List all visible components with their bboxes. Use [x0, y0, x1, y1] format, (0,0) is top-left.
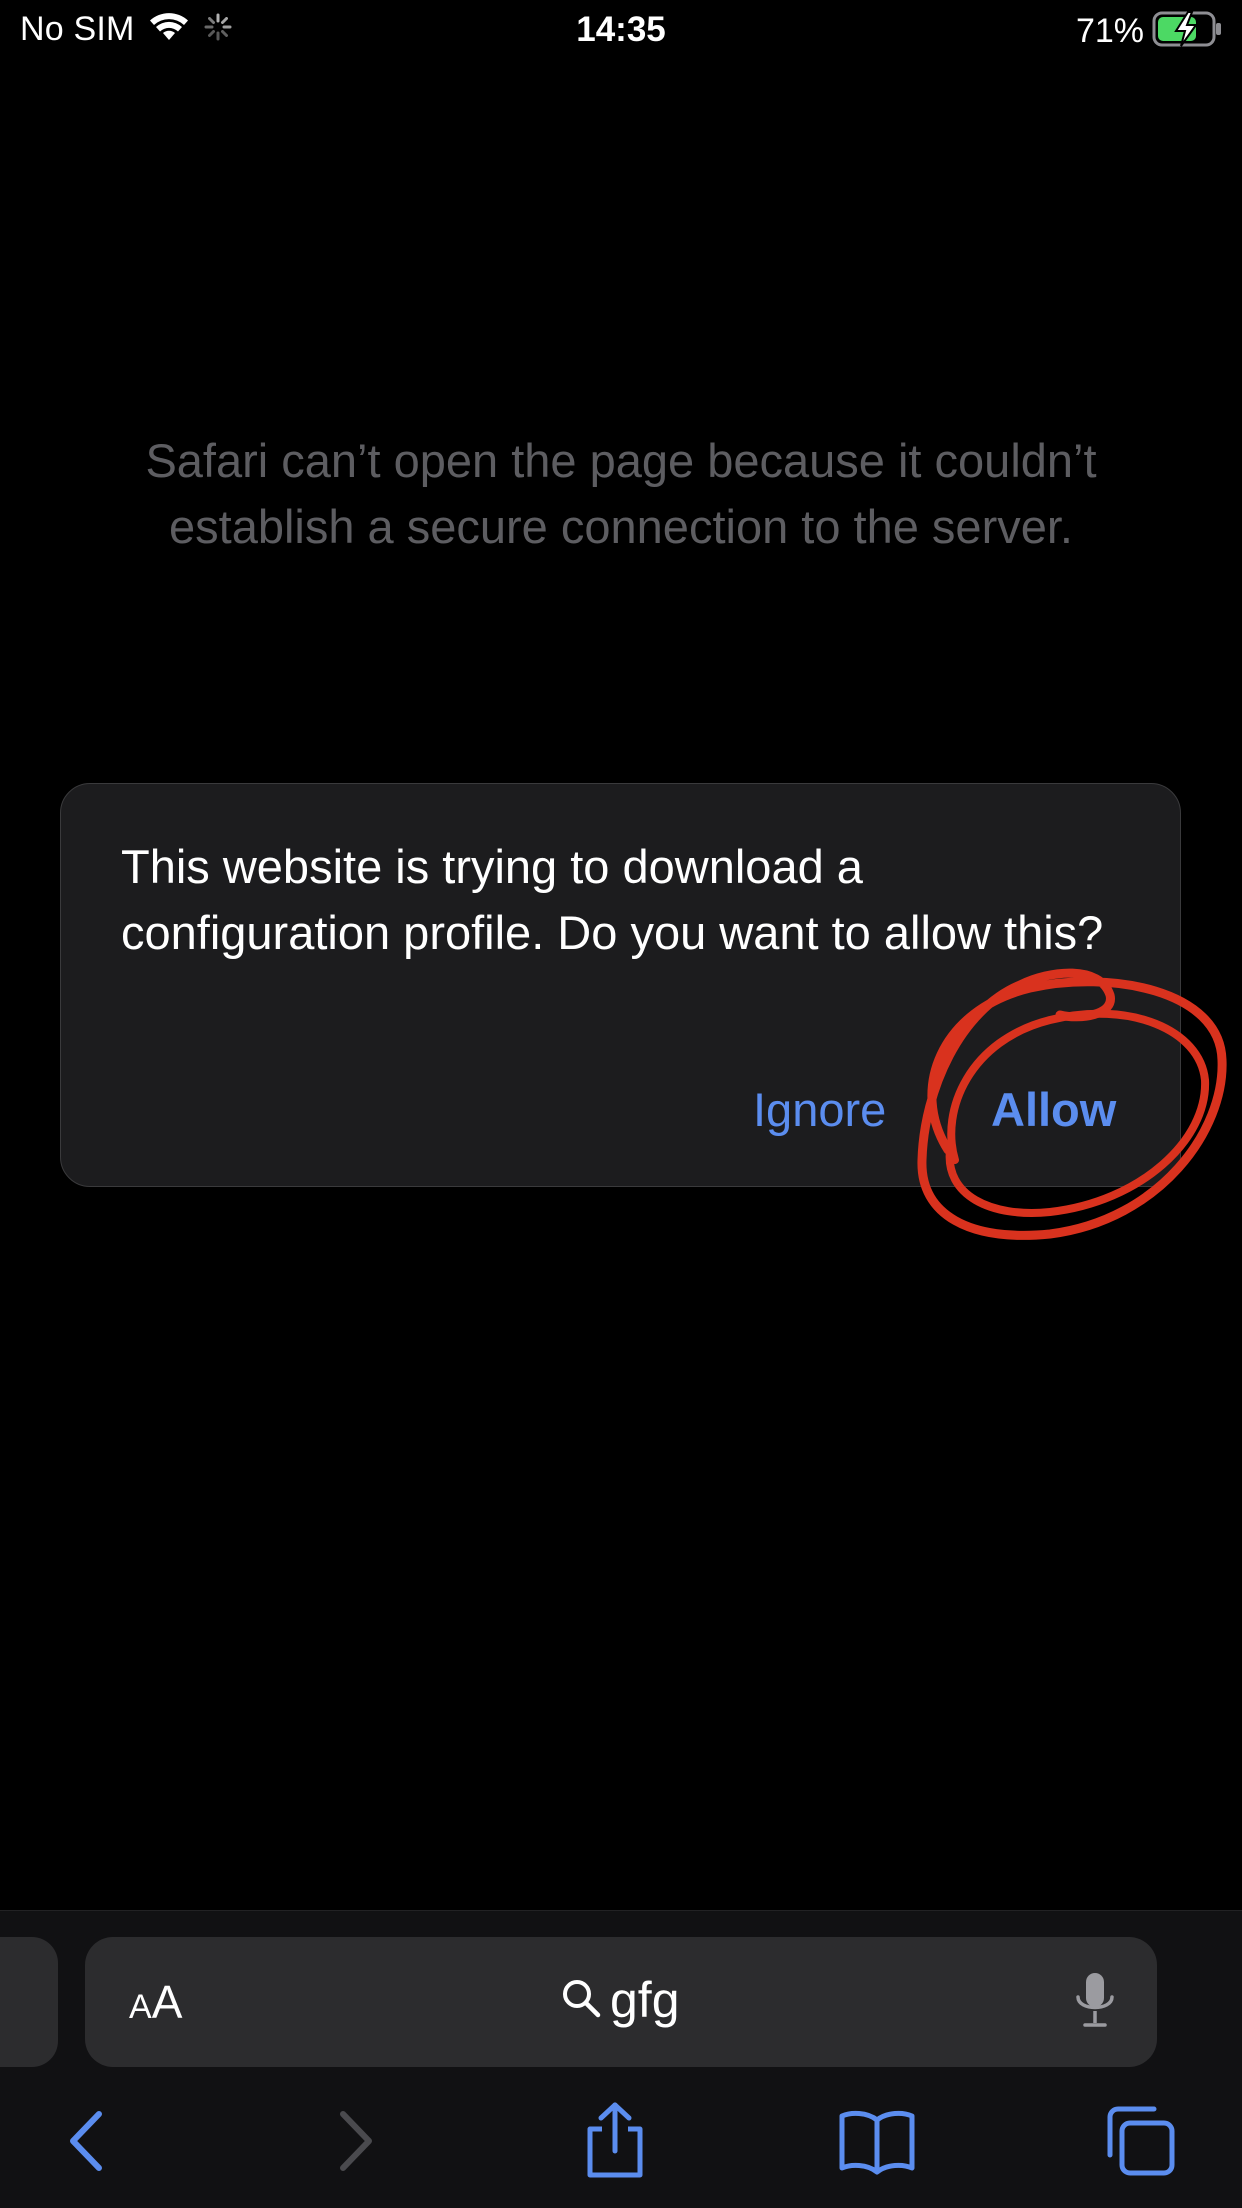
navigation-toolbar	[0, 2091, 1242, 2191]
tabs-button[interactable]	[1090, 2091, 1190, 2191]
battery-percent: 71%	[1075, 12, 1144, 50]
error-message: Safari can’t open the page because it co…	[145, 434, 1097, 553]
bookmarks-button[interactable]	[827, 2091, 927, 2191]
search-text: gfg	[610, 1972, 680, 2028]
back-button[interactable]	[36, 2091, 136, 2191]
aa-large-glyph: A	[151, 1976, 183, 2028]
address-bar[interactable]: AA gfg	[85, 1937, 1157, 2067]
search-field[interactable]: gfg	[560, 1971, 680, 2029]
ignore-button[interactable]: Ignore	[753, 1080, 886, 1140]
status-right: 71%	[1076, 10, 1224, 53]
bottom-toolbar-area: AA gfg	[0, 1910, 1242, 2208]
search-icon	[560, 1977, 602, 2024]
profile-download-dialog: This website is trying to download a con…	[60, 783, 1181, 1187]
dialog-message: This website is trying to download a con…	[121, 840, 1104, 959]
back-icon	[70, 2111, 102, 2171]
bookmarks-icon	[839, 2110, 915, 2175]
forward-button[interactable]	[306, 2091, 406, 2191]
reader-aa-button[interactable]: AA	[129, 1975, 182, 2029]
allow-button[interactable]: Allow	[991, 1080, 1116, 1140]
screen: { "status_bar": { "carrier": "No SIM", "…	[0, 0, 1242, 2208]
microphone-icon[interactable]	[1073, 1971, 1117, 2036]
share-button[interactable]	[565, 2091, 665, 2191]
tabs-icon	[1107, 2106, 1175, 2176]
share-icon	[587, 2102, 643, 2178]
previous-tab-preview[interactable]	[0, 1937, 58, 2067]
forward-icon	[340, 2111, 372, 2171]
status-time: 14:35	[576, 10, 666, 49]
status-bar: No SIM 14:35 71%	[0, 0, 1242, 62]
aa-small-glyph: A	[129, 1988, 152, 2026]
battery-charging-icon	[1152, 10, 1224, 53]
